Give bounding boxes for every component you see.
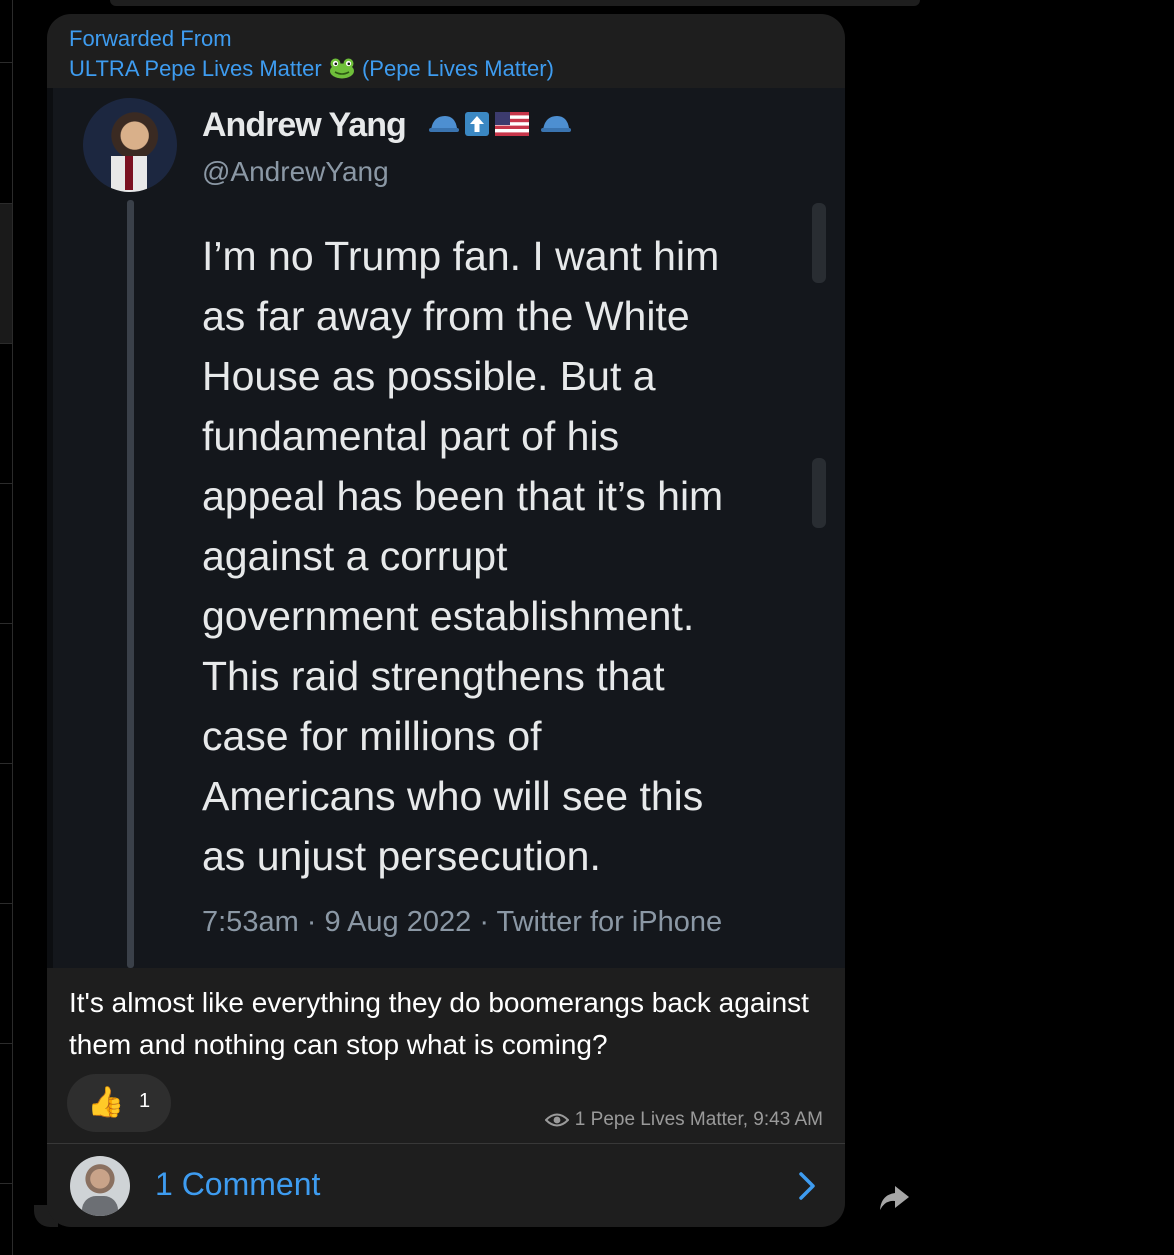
divider bbox=[0, 343, 12, 344]
image-edge bbox=[47, 88, 53, 968]
views-and-time: 1 Pepe Lives Matter, 9:43 AM bbox=[574, 1109, 823, 1130]
eye-icon bbox=[544, 1113, 569, 1127]
tweet-timestamp: 7:53am · 9 Aug 2022 · Twitter for iPhone bbox=[202, 906, 723, 938]
forwarded-source-name: ULTRA Pepe Lives Matter bbox=[69, 56, 322, 81]
divider bbox=[0, 1183, 12, 1184]
reaction-thumbs-up-button[interactable]: 👍 1 bbox=[67, 1074, 171, 1132]
divider bbox=[0, 763, 12, 764]
previous-message-edge bbox=[110, 0, 920, 6]
comments-count-label: 1 Comment bbox=[155, 1166, 321, 1202]
message-bubble[interactable]: Forwarded From ULTRA Pepe Lives Matter (… bbox=[47, 14, 845, 1227]
divider bbox=[0, 203, 12, 204]
divider bbox=[0, 1043, 12, 1044]
tweet-author-avatar bbox=[83, 98, 177, 192]
forwarded-header: Forwarded From ULTRA Pepe Lives Matter (… bbox=[69, 24, 554, 84]
divider bbox=[0, 903, 12, 904]
blue-cap-emoji-icon bbox=[541, 116, 571, 132]
forwarded-label: Forwarded From bbox=[69, 26, 232, 51]
forwarded-source-link[interactable]: ULTRA Pepe Lives Matter (Pepe Lives Matt… bbox=[69, 56, 554, 81]
divider bbox=[0, 483, 12, 484]
divider bbox=[0, 623, 12, 624]
commenter-avatar bbox=[70, 1156, 130, 1216]
thread-line bbox=[127, 200, 134, 968]
tweet-author-handle: @AndrewYang bbox=[202, 156, 389, 187]
reaction-count: 1 bbox=[139, 1090, 151, 1112]
tweet-screenshot-image[interactable]: Andrew Yang @AndrewYang I’m no Trump fan… bbox=[47, 88, 845, 968]
up-arrow-emoji-icon bbox=[465, 112, 489, 136]
chat-list-rail bbox=[0, 0, 13, 1255]
us-flag-emoji-icon bbox=[495, 112, 529, 136]
message-text: It's almost like everything they do boom… bbox=[69, 987, 809, 1060]
chat-list-highlight bbox=[0, 203, 12, 343]
forwarded-channel-name: (Pepe Lives Matter) bbox=[361, 56, 554, 81]
tweet-text: I’m no Trump fan. I want him as far away… bbox=[202, 233, 724, 879]
thumbs-up-emoji-icon: 👍 bbox=[87, 1086, 125, 1119]
forward-share-icon[interactable] bbox=[877, 1183, 911, 1213]
divider bbox=[0, 62, 12, 63]
comments-button[interactable]: 1 Comment bbox=[47, 1144, 845, 1227]
frog-emoji-icon bbox=[329, 58, 354, 79]
blue-cap-emoji-icon bbox=[429, 116, 459, 132]
chevron-right-icon bbox=[799, 1172, 815, 1200]
tweet-author-name: Andrew Yang bbox=[202, 106, 407, 144]
message-info: 1 Pepe Lives Matter, 9:43 AM bbox=[544, 1109, 823, 1131]
